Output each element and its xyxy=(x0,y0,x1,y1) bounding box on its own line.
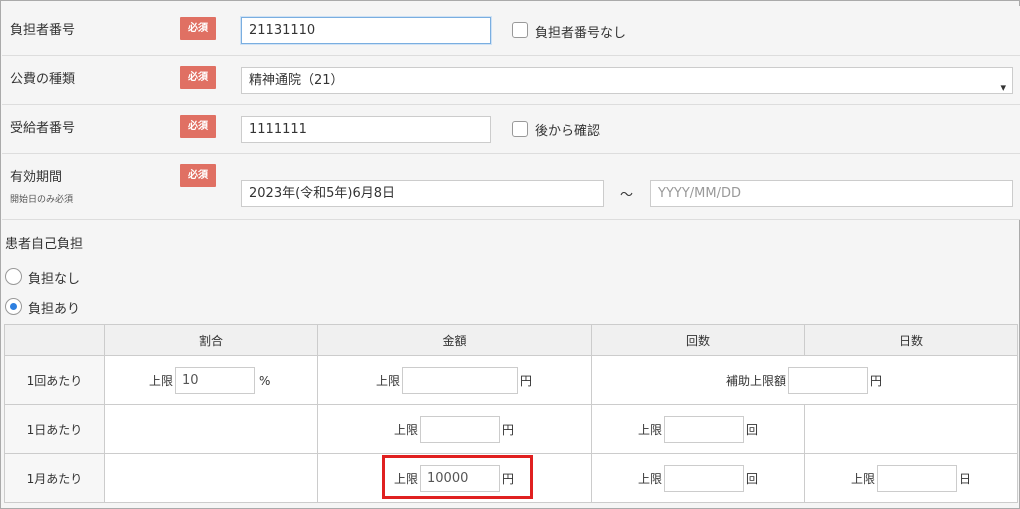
subsidy-limit-label: 補助上限額 xyxy=(726,374,787,388)
per-day-rate-cell xyxy=(104,404,318,454)
per-month-days-input[interactable] xyxy=(877,465,958,492)
header-amount: 金額 xyxy=(317,324,592,356)
row-header-per-month: 1月あたり xyxy=(4,453,105,503)
no-insurer-number-label[interactable]: 負担者番号なし xyxy=(535,22,626,41)
start-date-input[interactable]: 2023年(令和5年)6月8日 xyxy=(241,180,604,207)
per-visit-rate-cell: 上限 10 % xyxy=(104,355,318,405)
header-days: 日数 xyxy=(804,324,1018,356)
insurer-number-row: 負担者番号 必須 21131110 負担者番号なし xyxy=(2,6,1020,56)
per-day-count-cell: 上限 回 xyxy=(591,404,805,454)
per-day-amount-input[interactable] xyxy=(420,416,501,443)
table-row: 1日あたり 上限 円 上限 回 xyxy=(4,404,1018,454)
upper-limit-label: 上限 xyxy=(394,423,419,437)
with-copay-radio[interactable] xyxy=(5,298,22,315)
recipient-number-input[interactable]: 1111111 xyxy=(241,116,491,143)
unit-days: 日 xyxy=(959,472,972,486)
no-copay-label[interactable]: 負担なし xyxy=(28,268,80,287)
public-expense-label: 公費の種類 xyxy=(10,72,76,87)
unit-yen: 円 xyxy=(502,423,515,437)
unit-percent: % xyxy=(259,373,271,388)
table-row: 1回あたり 上限 10 % 上限 円 補助上限額 円 xyxy=(4,355,1018,405)
confirm-later-label[interactable]: 後から確認 xyxy=(535,120,600,139)
unit-times: 回 xyxy=(746,472,759,486)
subsidy-limit-input[interactable] xyxy=(788,367,869,394)
required-badge: 必須 xyxy=(180,164,216,187)
row-header-per-day: 1日あたり xyxy=(4,404,105,454)
public-expense-row: 公費の種類 必須 精神通院（21） ▾ xyxy=(2,56,1020,105)
table-corner xyxy=(4,324,105,356)
per-day-amount-cell: 上限 円 xyxy=(317,404,592,454)
per-visit-amount-cell: 上限 円 xyxy=(317,355,592,405)
end-date-input[interactable]: YYYY/MM/DD xyxy=(650,180,1013,207)
insurer-number-label: 負担者番号 xyxy=(10,23,76,38)
required-badge: 必須 xyxy=(180,66,216,89)
per-month-count-input[interactable] xyxy=(664,465,745,492)
unit-times: 回 xyxy=(746,423,759,437)
per-visit-subsidy-cell: 補助上限額 円 xyxy=(591,355,1018,405)
required-badge: 必須 xyxy=(180,17,216,40)
with-copay-label[interactable]: 負担あり xyxy=(28,298,80,317)
upper-limit-label: 上限 xyxy=(851,472,876,486)
no-copay-radio[interactable] xyxy=(5,268,22,285)
upper-limit-label: 上限 xyxy=(638,423,663,437)
date-range-separator: ～ xyxy=(620,188,634,203)
validity-period-sublabel: 開始日のみ必須 xyxy=(10,195,74,205)
per-day-count-input[interactable] xyxy=(664,416,745,443)
recipient-number-row: 受給者番号 必須 1111111 後から確認 xyxy=(2,105,1020,154)
chevron-down-icon: ▾ xyxy=(1000,81,1006,94)
unit-yen: 円 xyxy=(870,374,883,388)
header-rate: 割合 xyxy=(104,324,318,356)
per-visit-rate-input[interactable]: 10 xyxy=(175,367,256,394)
validity-period-row: 有効期間 開始日のみ必須 必須 2023年(令和5年)6月8日 ～ YYYY/M… xyxy=(2,154,1020,220)
per-visit-amount-input[interactable] xyxy=(402,367,519,394)
per-month-rate-cell xyxy=(104,453,318,503)
end-date-placeholder: YYYY/MM/DD xyxy=(658,186,741,201)
copay-label: 患者自己負担 xyxy=(5,237,84,252)
per-day-days-cell xyxy=(804,404,1018,454)
per-month-count-cell: 上限 回 xyxy=(591,453,805,503)
recipient-number-label: 受給者番号 xyxy=(10,121,76,136)
form-frame: 負担者番号 必須 21131110 負担者番号なし 公費の種類 必須 精神通院（… xyxy=(0,0,1020,509)
header-count: 回数 xyxy=(591,324,805,356)
upper-limit-label: 上限 xyxy=(149,374,174,388)
upper-limit-label: 上限 xyxy=(638,472,663,486)
public-expense-select[interactable]: 精神通院（21） ▾ xyxy=(241,67,1013,94)
upper-limit-label: 上限 xyxy=(376,374,401,388)
public-expense-selected: 精神通院（21） xyxy=(249,73,344,88)
row-header-per-visit: 1回あたり xyxy=(4,355,105,405)
per-month-days-cell: 上限 日 xyxy=(804,453,1018,503)
confirm-later-checkbox[interactable] xyxy=(512,121,528,137)
table-header-row: 割合 金額 回数 日数 xyxy=(4,324,1018,356)
highlight-box xyxy=(382,455,533,499)
no-insurer-number-checkbox[interactable] xyxy=(512,22,528,38)
insurer-number-input[interactable]: 21131110 xyxy=(241,17,491,44)
unit-yen: 円 xyxy=(520,374,533,388)
validity-period-label: 有効期間 xyxy=(10,170,63,185)
required-badge: 必須 xyxy=(180,115,216,138)
